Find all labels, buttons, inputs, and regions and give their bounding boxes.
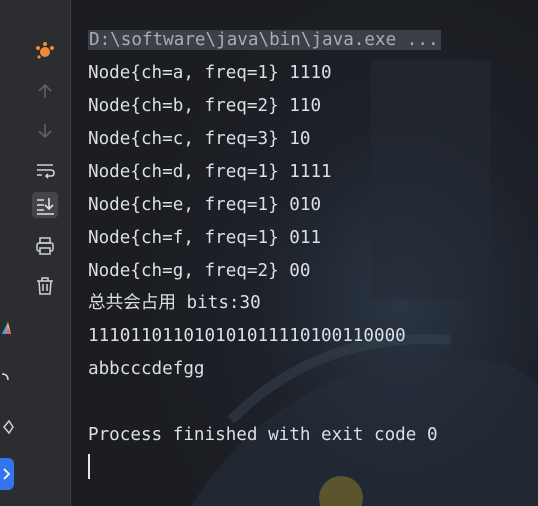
command-text: D:\software\java\bin\java.exe ... bbox=[88, 30, 441, 50]
console-line: Node{ch=c, freq=3} 10 bbox=[88, 129, 311, 149]
run-debug-icon[interactable] bbox=[32, 38, 58, 64]
left-tool-strip bbox=[0, 0, 22, 506]
print-icon[interactable] bbox=[32, 233, 58, 259]
console-line: Node{ch=b, freq=2} 110 bbox=[88, 96, 322, 116]
arrow-down-icon[interactable] bbox=[32, 118, 58, 144]
console-line: Node{ch=g, freq=2} 00 bbox=[88, 261, 311, 281]
console-line: Node{ch=e, freq=1} 010 bbox=[88, 195, 322, 215]
console-toolbar bbox=[22, 0, 70, 506]
soft-wrap-icon[interactable] bbox=[32, 157, 58, 183]
colored-plugin-icon[interactable] bbox=[0, 316, 14, 338]
services-icon[interactable] bbox=[0, 416, 14, 438]
console-line: Node{ch=d, freq=1} 1111 bbox=[88, 162, 332, 182]
console-line: Node{ch=f, freq=1} 011 bbox=[88, 228, 322, 248]
text-cursor bbox=[88, 454, 90, 479]
console-line: abbcccdefgg bbox=[88, 359, 205, 379]
terminal-hook-icon[interactable] bbox=[0, 366, 14, 388]
console-line: 111011011010101011110100110000 bbox=[88, 326, 406, 346]
arrow-up-icon[interactable] bbox=[32, 78, 58, 104]
console-exit-line: Process finished with exit code 0 bbox=[88, 425, 438, 445]
console-output[interactable]: D:\software\java\bin\java.exe ... Node{c… bbox=[70, 0, 538, 506]
console-line: 总共会占用 bits:30 bbox=[88, 293, 261, 313]
console-command-line: D:\software\java\bin\java.exe ... bbox=[88, 25, 441, 55]
trash-icon[interactable] bbox=[32, 273, 58, 299]
active-tool-window-button[interactable] bbox=[0, 458, 14, 490]
console-line: Node{ch=a, freq=1} 1110 bbox=[88, 63, 332, 83]
scroll-to-end-icon[interactable] bbox=[32, 192, 58, 218]
